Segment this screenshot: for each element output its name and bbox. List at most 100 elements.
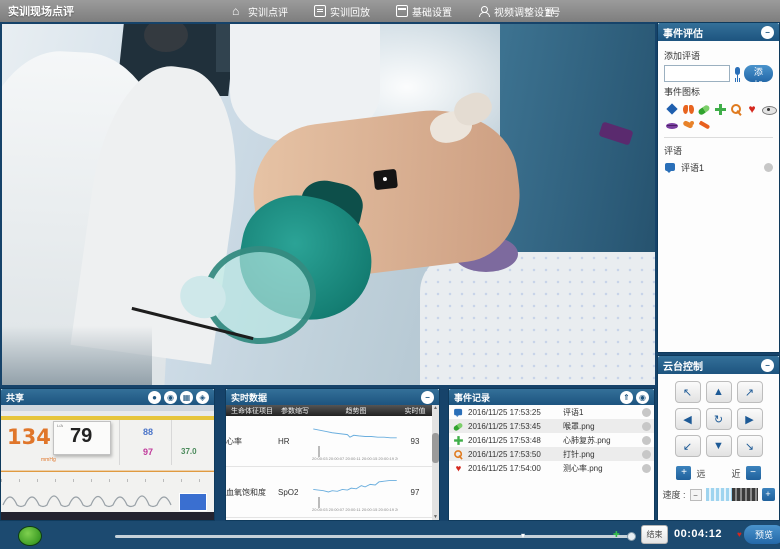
patient-monitor-screenshot[interactable]: 134 L/A 79 mmHg 88 97 37.0 — [1, 405, 214, 520]
realtime-header: 实时数据 − — [226, 389, 439, 405]
pan-left-button[interactable]: ◀ — [675, 408, 701, 430]
speed-label: 速度 : — [662, 488, 685, 501]
tab-training-replay[interactable]: 实训回放 — [314, 4, 370, 19]
pan-down-left-button[interactable]: ↙ — [675, 435, 701, 457]
collapse-icon[interactable]: ◉ — [636, 391, 649, 404]
event-time: 2016/11/25 17:53:25 — [468, 408, 560, 417]
comment-list-item[interactable]: 评语1 — [664, 160, 773, 175]
event-row[interactable]: 2016/11/25 17:53:50 打针.png — [449, 447, 654, 461]
pan-down-button[interactable]: ▼ — [706, 435, 732, 457]
realtime-row-spo2[interactable]: 血氧饱和度 SpO2 20:00:03 20:00:07 20:00:11 20… — [226, 467, 439, 518]
hr-trend-chart: 20:00:03 20:00:07 20:00:11 20:00:15 20:0… — [312, 421, 400, 461]
realtime-data-panel: 实时数据 − 生命体征项目 参数缩写 趋势图 实时值 心率 HR 20:00:0… — [225, 388, 440, 521]
comment-item-label: 评语1 — [681, 161, 704, 174]
event-row[interactable]: 2016/11/25 17:53:48 心肺复苏.png — [449, 433, 654, 447]
event-row[interactable]: 2016/11/25 17:53:25 评语1 — [449, 405, 654, 419]
temp-value: 37.0 — [181, 447, 197, 456]
timeline-marker-icon[interactable]: ▾ — [521, 532, 525, 540]
panel-title: 事件评估 — [663, 25, 703, 40]
chart-axis-labels: 20:00:03 20:00:07 20:00:11 20:00:15 20:0… — [312, 507, 398, 512]
spo2-trend-chart: 20:00:03 20:00:07 20:00:11 20:00:15 20:0… — [312, 472, 400, 512]
tab-basic-settings[interactable]: 基础设置 — [396, 4, 452, 19]
camera-person-icon — [478, 5, 490, 17]
pan-right-button[interactable]: ▶ — [737, 408, 763, 430]
event-label: 评语1 — [563, 407, 639, 418]
channel-label[interactable]: 1号 — [545, 4, 561, 19]
column-header: 趋势图 — [312, 406, 400, 416]
lungs-event-icon[interactable] — [680, 101, 696, 117]
speed-decrease-button[interactable]: − — [690, 489, 702, 501]
export-icon[interactable]: ⇑ — [620, 391, 633, 404]
capsule-icon — [453, 421, 463, 431]
pan-down-right-button[interactable]: ↘ — [737, 435, 763, 457]
monitor-taskbar — [1, 512, 214, 520]
timeline-cross-marker-icon[interactable]: ✚ — [613, 531, 620, 539]
nibp-label: L/A — [57, 423, 63, 428]
column-header: 参数缩写 — [278, 406, 312, 416]
event-records-list: 2016/11/25 17:53:25 评语1 2016/11/25 17:53… — [449, 405, 654, 475]
collapse-icon[interactable]: − — [761, 359, 774, 372]
otoscope-icon — [453, 449, 463, 459]
arm-event-icon[interactable] — [680, 117, 696, 133]
event-icon-grid — [664, 101, 778, 133]
timeline-heart-marker-icon[interactable]: ♥ — [737, 531, 742, 539]
cross-event-icon[interactable] — [712, 101, 728, 117]
live-video-feed[interactable] — [2, 24, 655, 385]
comment-icon — [664, 161, 677, 174]
comment-more-icon[interactable] — [764, 163, 773, 172]
speed-slider[interactable] — [706, 488, 758, 501]
comment-input[interactable] — [664, 65, 730, 82]
shadow — [2, 326, 152, 385]
event-more-icon[interactable] — [642, 408, 651, 417]
heart-event-icon[interactable] — [744, 101, 760, 117]
timeline-slider[interactable]: ▾ ✚ ♥ — [115, 535, 635, 538]
lips-event-icon[interactable] — [664, 117, 680, 133]
vital-abbr: HR — [278, 437, 312, 446]
pan-up-right-button[interactable]: ↗ — [737, 381, 763, 403]
recording-indicator[interactable] — [18, 526, 42, 546]
preview-button[interactable]: 预览 — [744, 525, 780, 544]
event-more-icon[interactable] — [642, 436, 651, 445]
event-more-icon[interactable] — [642, 422, 651, 431]
add-comment-button[interactable]: 添加 — [744, 65, 773, 82]
event-label: 心肺复苏.png — [563, 435, 639, 446]
pan-home-button[interactable]: ↻ — [706, 408, 732, 430]
eye-event-icon[interactable] — [760, 101, 776, 117]
scrollbar[interactable] — [432, 405, 439, 520]
camera-icon[interactable]: ◈ — [196, 391, 209, 404]
timeline-thumb[interactable] — [627, 532, 636, 541]
speed-increase-button[interactable]: + — [762, 488, 775, 501]
collapse-icon[interactable]: − — [761, 26, 774, 39]
desktop-header: 共享 ● ◉ ▦ ◈ — [1, 389, 214, 405]
event-label: 测心率.png — [563, 463, 639, 474]
main-tabs: 实训点评 实训回放 基础设置 视频调整设置 — [232, 4, 554, 19]
chili-event-icon[interactable] — [696, 117, 712, 133]
diamond-event-icon[interactable] — [664, 101, 680, 117]
event-more-icon[interactable] — [642, 450, 651, 459]
mmhg-unit-label: mmHg — [41, 457, 56, 463]
chart-axis-labels: 20:00:03 20:00:07 20:00:11 20:00:15 20:0… — [312, 456, 398, 461]
event-row[interactable]: 2016/11/25 17:53:45 喉罩.png — [449, 419, 654, 433]
realtime-row-hr[interactable]: 心率 HR 20:00:03 20:00:07 20:00:11 20:00:1… — [226, 416, 439, 467]
comment-icon — [453, 407, 463, 417]
otoscope-event-icon[interactable] — [728, 101, 744, 117]
zoom-out-button[interactable]: − — [746, 466, 761, 480]
record-icon[interactable]: ● — [148, 391, 161, 404]
bed-sheet — [420, 252, 655, 385]
expand-icon[interactable]: ▦ — [180, 391, 193, 404]
event-row[interactable]: 2016/11/25 17:54:00 测心率.png — [449, 461, 654, 475]
collapse-icon[interactable]: − — [421, 391, 434, 404]
zoom-in-button[interactable]: + — [676, 466, 691, 480]
microphone-icon[interactable] — [733, 67, 741, 81]
event-more-icon[interactable] — [642, 464, 651, 473]
pan-up-left-button[interactable]: ↖ — [675, 381, 701, 403]
nibp-popup: L/A 79 — [53, 421, 111, 455]
event-label: 喉罩.png — [563, 421, 639, 432]
end-button[interactable]: 结束 — [641, 525, 668, 544]
snapshot-icon[interactable]: ◉ — [164, 391, 177, 404]
scrollbar-thumb[interactable] — [432, 433, 439, 463]
capsule-event-icon[interactable] — [696, 101, 712, 117]
pan-up-button[interactable]: ▲ — [706, 381, 732, 403]
tab-video-adjust[interactable]: 视频调整设置 — [478, 4, 554, 19]
tab-training-review[interactable]: 实训点评 — [232, 4, 288, 19]
